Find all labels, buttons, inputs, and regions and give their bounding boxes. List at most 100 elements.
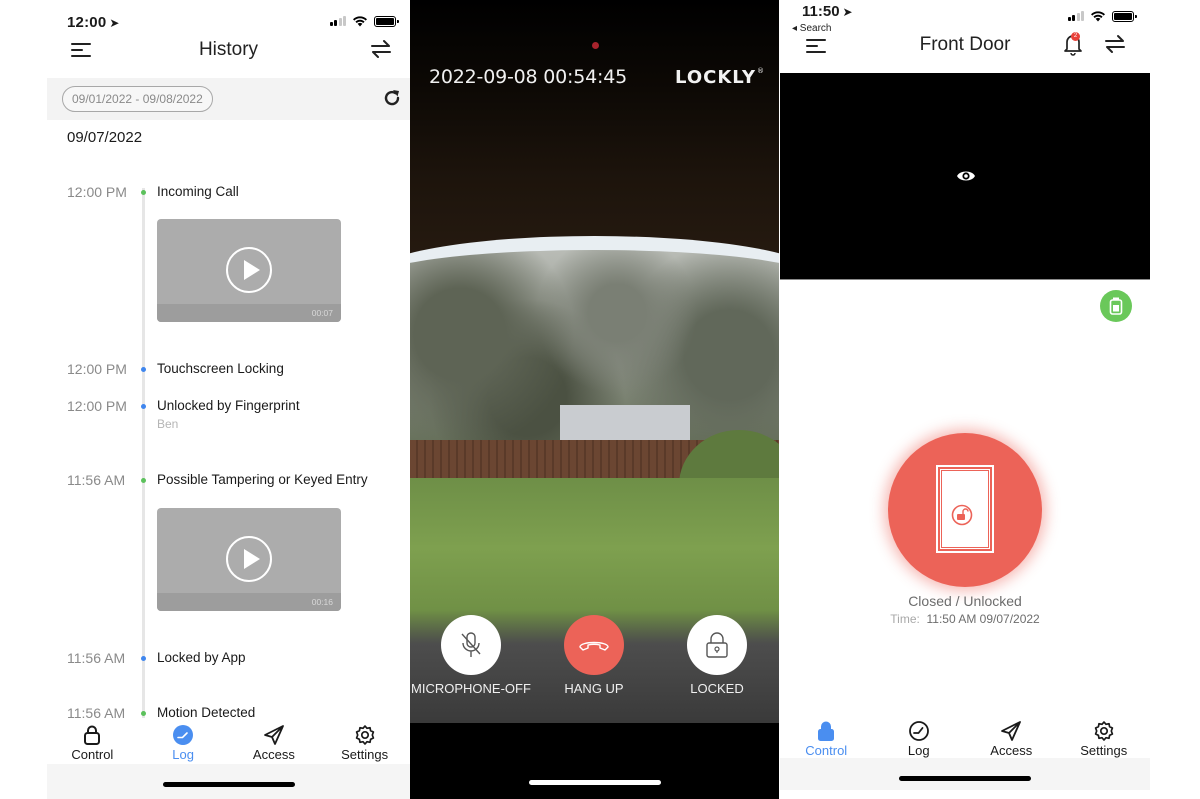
- bottom-area: [410, 723, 779, 799]
- tab-bar: Control Log Access Settings: [47, 724, 410, 764]
- event-dot: [141, 711, 146, 716]
- event-dot: [141, 478, 146, 483]
- tab-label: Control: [805, 743, 848, 758]
- video-duration: 00:16: [311, 597, 333, 607]
- home-indicator-area: [47, 764, 410, 799]
- brand-logo: LOCKLY®: [675, 67, 765, 88]
- event-user: Ben: [157, 417, 179, 431]
- signal-icon: [1067, 11, 1084, 21]
- tab-settings[interactable]: Settings: [319, 724, 410, 764]
- event-dot: [141, 404, 146, 409]
- event-dot: [141, 656, 146, 661]
- timeline-line: [142, 188, 145, 718]
- lock-toggle-button[interactable]: [687, 615, 747, 675]
- wifi-icon: [353, 16, 367, 27]
- send-icon: [1001, 721, 1022, 741]
- tab-control[interactable]: Control: [47, 724, 138, 764]
- time-value: 11:50 AM 09/07/2022: [926, 612, 1040, 626]
- status-bar: 12:00 ➤: [47, 0, 410, 32]
- home-indicator[interactable]: [162, 782, 295, 787]
- tab-label: Access: [252, 747, 295, 762]
- brand-text: LOCKLY: [675, 67, 756, 88]
- clock-icon: [908, 721, 929, 741]
- status-time-text: 12:00: [67, 14, 107, 31]
- event-dot: [141, 367, 146, 372]
- battery-icon: [1112, 10, 1137, 22]
- history-screen: 12:00 ➤ History 09/01/2022 - 09/08/2022 0…: [47, 0, 410, 799]
- hang-up-label: HANG UP: [564, 681, 624, 696]
- tab-log[interactable]: Log: [138, 724, 229, 764]
- battery-status-badge[interactable]: [1100, 290, 1132, 322]
- video-clip[interactable]: 00:07: [157, 219, 341, 322]
- tab-log[interactable]: Log: [873, 720, 966, 762]
- home-indicator-area: [780, 758, 1150, 790]
- event-title: Possible Tampering or Keyed Entry: [157, 472, 368, 487]
- tab-bar: Control Log Access Settings: [780, 720, 1150, 762]
- status-time: 12:00 ➤: [67, 14, 120, 31]
- location-arrow-icon: ➤: [842, 5, 853, 19]
- status-icons: [329, 15, 399, 27]
- event-time: 11:56 AM: [67, 650, 126, 666]
- video-clip[interactable]: 00:16: [157, 508, 341, 611]
- switch-device-icon[interactable]: [1104, 34, 1126, 54]
- day-header: 09/07/2022: [67, 129, 143, 146]
- video-duration: 00:07: [311, 308, 333, 318]
- lock-state: Closed / Unlocked: [908, 593, 1022, 609]
- location-arrow-icon: ➤: [109, 16, 120, 30]
- nav-bar: History: [47, 34, 410, 66]
- lock-icon: [706, 632, 728, 658]
- tab-label: Access: [990, 743, 1033, 758]
- wifi-icon: [1091, 11, 1105, 22]
- control-screen: 11:50 ➤ ◂ Search Front Door 2 Closed / Un…: [780, 0, 1150, 799]
- filter-bar: 09/01/2022 - 09/08/2022: [47, 78, 410, 120]
- refresh-icon[interactable]: [382, 88, 402, 108]
- tab-label: Log: [907, 743, 930, 758]
- home-indicator[interactable]: [528, 780, 661, 785]
- clock-icon: [173, 725, 194, 745]
- live-view[interactable]: [780, 73, 1150, 280]
- event-time: 11:56 AM: [67, 472, 126, 488]
- switch-device-icon[interactable]: [370, 39, 392, 59]
- lock-time: Time: 11:50 AM 09/07/2022: [780, 612, 1150, 626]
- send-icon: [263, 725, 284, 745]
- lock-icon: [818, 721, 835, 741]
- locked-label: LOCKED: [690, 681, 744, 696]
- hang-up-button[interactable]: [564, 615, 624, 675]
- tab-access[interactable]: Access: [229, 724, 320, 764]
- hang-up-icon: [579, 641, 609, 651]
- page-title: History: [198, 39, 259, 60]
- lock-toggle-button[interactable]: [888, 433, 1042, 587]
- lock-icon: [84, 725, 101, 745]
- page-title: Front Door: [919, 34, 1011, 55]
- tab-access[interactable]: Access: [965, 720, 1058, 762]
- event-title: Touchscreen Locking: [157, 361, 284, 376]
- home-indicator[interactable]: [899, 776, 1031, 781]
- event-title: Motion Detected: [157, 705, 256, 720]
- tab-settings[interactable]: Settings: [1058, 720, 1151, 762]
- tab-label: Settings: [1080, 743, 1128, 758]
- event-title: Unlocked by Fingerprint: [157, 398, 300, 413]
- tab-label: Control: [71, 747, 114, 762]
- event-title: Incoming Call: [157, 184, 239, 199]
- recording-indicator: [592, 42, 599, 49]
- event-time: 12:00 PM: [67, 184, 127, 200]
- status-time: 11:50 ➤: [802, 3, 853, 20]
- unlocked-icon: [951, 504, 973, 526]
- microphone-off-button[interactable]: [441, 615, 501, 675]
- microphone-off-icon: [461, 632, 481, 657]
- camera-timestamp: 2022-09-08 00:54:45: [429, 66, 627, 88]
- tab-label: Log: [172, 747, 194, 762]
- brand-mark: ®: [757, 67, 765, 75]
- eye-icon[interactable]: [956, 169, 976, 183]
- notification-badge: 2: [1071, 32, 1080, 41]
- gear-icon: [355, 725, 374, 745]
- signal-icon: [329, 16, 346, 26]
- door-icon: [936, 465, 994, 553]
- play-icon[interactable]: [226, 536, 272, 582]
- battery-icon: [374, 15, 399, 27]
- microphone-off-label: MICROPHONE-OFF: [411, 681, 531, 696]
- play-icon[interactable]: [226, 247, 272, 293]
- tab-control[interactable]: Control: [780, 720, 873, 762]
- event-title: Locked by App: [157, 650, 246, 665]
- date-range-picker[interactable]: 09/01/2022 - 09/08/2022: [62, 86, 213, 112]
